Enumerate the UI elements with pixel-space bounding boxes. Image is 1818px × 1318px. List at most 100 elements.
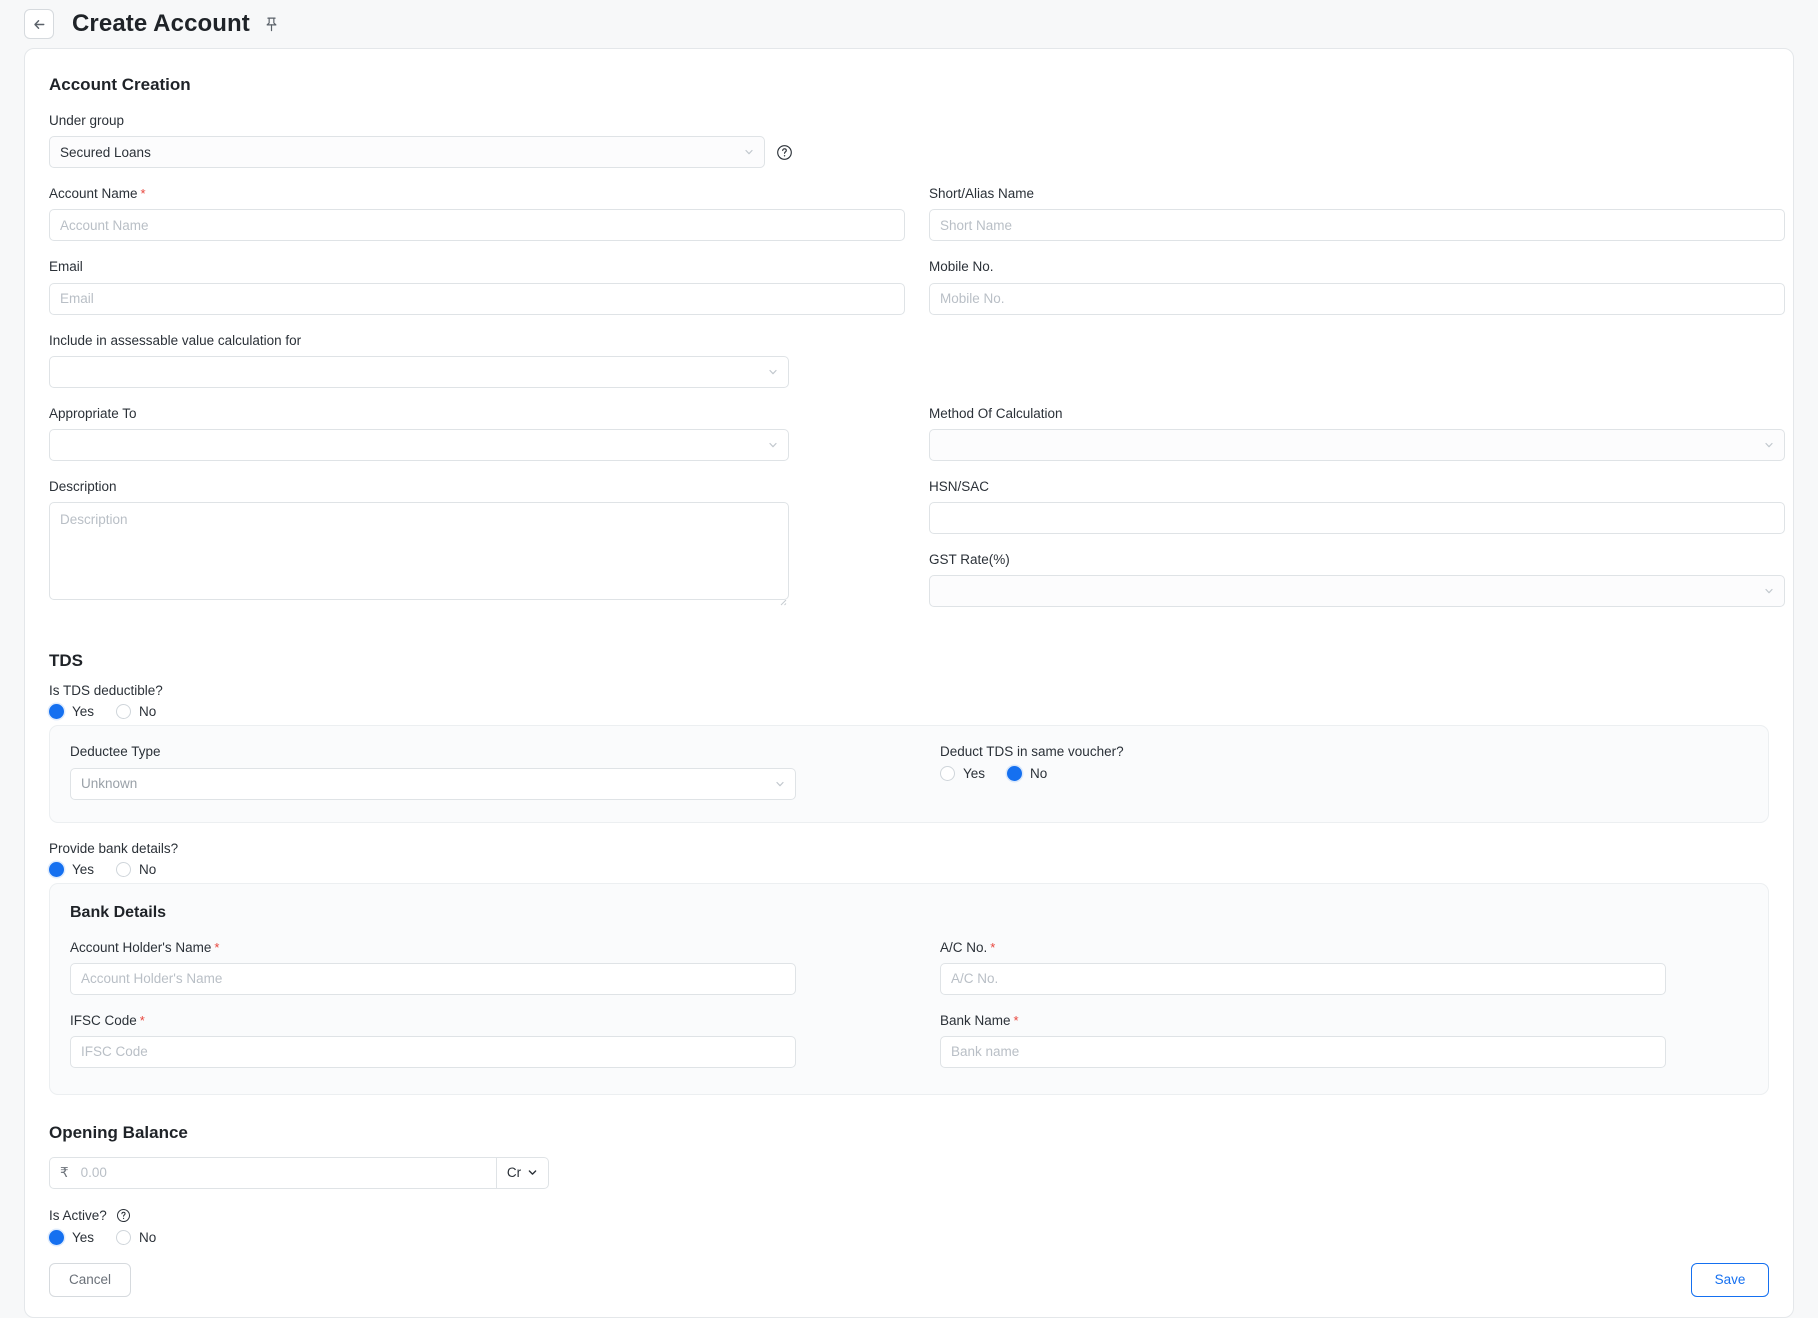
ifsc-code-input[interactable] <box>70 1035 796 1068</box>
field-deduct-tds-same-voucher: Deduct TDS in same voucher? Yes No <box>940 744 1786 782</box>
save-button[interactable]: Save <box>1691 1262 1769 1297</box>
field-email: Email <box>49 259 905 315</box>
description-textarea[interactable] <box>49 502 789 601</box>
radio-dot-selected <box>49 704 64 720</box>
required-marker: * <box>140 186 146 202</box>
radio-label: No <box>139 704 157 720</box>
radio-dot <box>116 1229 132 1245</box>
under-group-input[interactable] <box>49 136 765 169</box>
field-ac-no: A/C No. * <box>940 940 1786 995</box>
required-marker: * <box>214 939 220 955</box>
field-ifsc-code: IFSC Code * <box>70 1013 916 1068</box>
radio-deduct-tds-yes[interactable]: Yes <box>940 766 986 782</box>
account-name-input[interactable] <box>49 209 905 242</box>
radio-label: Yes <box>72 861 95 877</box>
radio-provide-bank-yes[interactable]: Yes <box>49 861 95 877</box>
radio-group-is-tds-deductible: Yes No <box>49 704 1769 720</box>
mobile-no-input[interactable] <box>929 282 1785 315</box>
field-is-tds-deductible: Is TDS deductible? Yes No <box>49 683 1769 720</box>
field-account-holder-name: Account Holder's Name * <box>70 940 916 995</box>
method-of-calculation-select[interactable] <box>929 428 1785 461</box>
tds-details-panel: Deductee Type Deduct TDS in same voucher… <box>49 725 1769 823</box>
radio-dot-selected <box>1007 766 1023 782</box>
label-email: Email <box>49 259 83 275</box>
radio-is-tds-deductible-yes[interactable]: Yes <box>49 704 95 720</box>
radio-label: No <box>139 1229 157 1245</box>
short-alias-name-input[interactable] <box>929 209 1785 242</box>
label-account-name: Account Name * <box>49 186 146 202</box>
label-include-assessable: Include in assessable value calculation … <box>49 332 302 348</box>
label-deduct-tds-same-voucher: Deduct TDS in same voucher? <box>940 744 1124 760</box>
back-button[interactable] <box>24 9 54 39</box>
label-ifsc-code: IFSC Code * <box>70 1012 145 1028</box>
radio-group-is-active: Yes No <box>49 1229 1769 1245</box>
radio-dot <box>116 704 132 720</box>
label-description: Description <box>49 478 117 494</box>
top-header-bar: Create Account <box>0 0 1818 48</box>
gst-rate-select[interactable] <box>929 575 1785 608</box>
radio-label: No <box>139 861 157 877</box>
field-bank-name: Bank Name * <box>940 1013 1786 1068</box>
appropriate-to-select[interactable] <box>49 428 789 461</box>
account-holder-name-input[interactable] <box>70 962 796 995</box>
field-gst-rate: GST Rate(%) <box>929 552 1785 608</box>
required-marker: * <box>1013 1012 1019 1028</box>
radio-dot <box>116 861 132 877</box>
bank-name-input[interactable] <box>940 1035 1666 1068</box>
opening-balance-drcr-select[interactable]: Cr <box>497 1156 549 1189</box>
required-marker: * <box>139 1012 145 1028</box>
field-appropriate-to: Appropriate To <box>49 406 905 461</box>
form-footer: Cancel Save <box>49 1262 1769 1297</box>
radio-label: Yes <box>963 766 986 782</box>
field-hsn-sac: HSN/SAC <box>929 479 1785 535</box>
question-circle-icon[interactable] <box>115 1207 132 1224</box>
radio-deduct-tds-no[interactable]: No <box>1007 766 1048 782</box>
question-circle-icon[interactable] <box>776 144 793 161</box>
radio-is-active-no[interactable]: No <box>116 1229 157 1245</box>
label-short-alias-name: Short/Alias Name <box>929 186 1035 202</box>
ac-no-input[interactable] <box>940 962 1666 995</box>
radio-provide-bank-no[interactable]: No <box>116 861 157 877</box>
radio-is-tds-deductible-no[interactable]: No <box>116 704 157 720</box>
field-method-of-calculation: Method Of Calculation <box>929 406 1785 461</box>
opening-balance-row: ₹ Cr <box>49 1156 1769 1189</box>
label-deductee-type: Deductee Type <box>70 744 161 760</box>
cancel-button[interactable]: Cancel <box>49 1262 131 1297</box>
section-title-tds: TDS <box>49 651 83 671</box>
field-deductee-type: Deductee Type <box>70 744 916 800</box>
radio-label: Yes <box>72 704 95 720</box>
appropriate-to-input[interactable] <box>49 428 789 461</box>
opening-balance-amount-input[interactable] <box>78 1164 486 1182</box>
page-title: Create Account <box>72 10 250 37</box>
pushpin-icon[interactable] <box>264 16 279 33</box>
hsn-sac-input[interactable] <box>929 502 1785 535</box>
section-title-opening-balance: Opening Balance <box>49 1122 188 1142</box>
include-assessable-input[interactable] <box>49 355 789 388</box>
drcr-value: Cr <box>506 1165 522 1181</box>
field-mobile-no: Mobile No. <box>929 259 1785 315</box>
field-under-group: Under group <box>49 113 1769 169</box>
radio-group-deduct-tds-same-voucher: Yes No <box>940 766 1786 782</box>
rupee-icon: ₹ <box>60 1164 69 1180</box>
radio-dot-selected <box>49 1229 64 1245</box>
label-is-active: Is Active? <box>49 1207 1769 1224</box>
radio-dot-selected <box>49 861 64 877</box>
radio-label: Yes <box>72 1229 95 1245</box>
email-input[interactable] <box>49 282 905 315</box>
chevron-down-icon <box>527 1167 538 1178</box>
arrow-left-icon <box>32 17 47 32</box>
bank-details-panel: Bank Details Account Holder's Name* A/C … <box>49 882 1769 1095</box>
radio-is-active-yes[interactable]: Yes <box>49 1229 95 1245</box>
label-gst-rate: GST Rate(%) <box>929 552 1010 568</box>
field-provide-bank-details: Provide bank details? Yes No <box>49 841 1769 877</box>
under-group-select[interactable] <box>49 136 765 169</box>
section-title-account-creation: Account Creation <box>49 75 191 94</box>
deductee-type-select[interactable] <box>70 767 796 800</box>
gst-rate-input[interactable] <box>929 575 1785 608</box>
method-of-calculation-input[interactable] <box>929 428 1785 461</box>
deductee-type-input[interactable] <box>70 767 796 800</box>
field-account-name: Account Name * <box>49 186 905 242</box>
include-assessable-select[interactable] <box>49 355 789 388</box>
label-provide-bank-details: Provide bank details? <box>49 840 179 856</box>
radio-label: No <box>1030 766 1048 782</box>
